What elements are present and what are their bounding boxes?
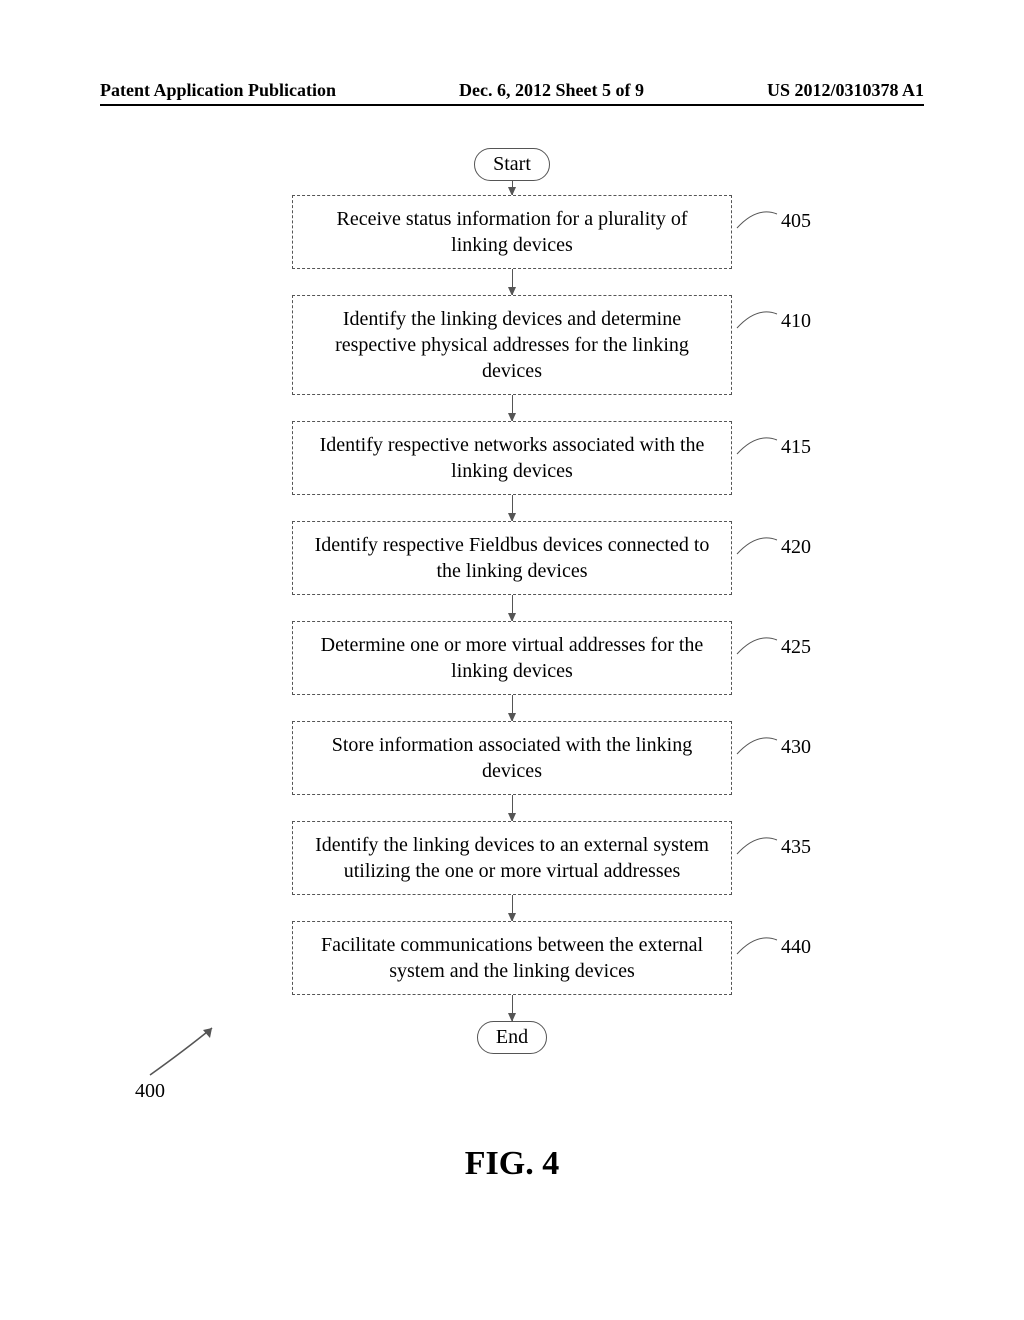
ref-number: 405	[781, 208, 811, 234]
reference-label: 415	[731, 434, 811, 460]
figure-reference-arrow-icon	[140, 1020, 230, 1080]
leader-line-icon	[737, 310, 777, 332]
flowchart: Start Receive status information for a p…	[0, 148, 1024, 1054]
flow-arrow	[512, 695, 513, 721]
leader-line-icon	[737, 836, 777, 858]
step-text: Receive status information for a plurali…	[336, 208, 687, 256]
reference-label: 430	[731, 734, 811, 760]
header-divider	[100, 104, 924, 106]
step-text: Identify respective Fieldbus devices con…	[315, 534, 710, 582]
terminator-end: End	[477, 1021, 547, 1054]
flow-arrow	[512, 795, 513, 821]
reference-label: 425	[731, 634, 811, 660]
flow-arrow	[512, 895, 513, 921]
flow-arrow	[512, 181, 513, 195]
process-step-430: Store information associated with the li…	[292, 721, 732, 795]
process-step-410: Identify the linking devices and determi…	[292, 295, 732, 395]
process-step-405: Receive status information for a plurali…	[292, 195, 732, 269]
step-text: Store information associated with the li…	[332, 734, 693, 782]
reference-label: 405	[731, 208, 811, 234]
terminator-start: Start	[474, 148, 550, 181]
reference-label: 435	[731, 834, 811, 860]
figure-overall-ref: 400	[135, 1080, 165, 1103]
leader-line-icon	[737, 210, 777, 232]
flow-arrow	[512, 995, 513, 1021]
ref-number: 430	[781, 734, 811, 760]
step-text: Facilitate communications between the ex…	[321, 934, 703, 982]
flow-arrow	[512, 395, 513, 421]
flow-arrow	[512, 495, 513, 521]
leader-line-icon	[737, 736, 777, 758]
header-center: Dec. 6, 2012 Sheet 5 of 9	[459, 80, 644, 101]
leader-line-icon	[737, 436, 777, 458]
ref-number: 440	[781, 934, 811, 960]
reference-label: 420	[731, 534, 811, 560]
step-text: Identify the linking devices to an exter…	[315, 834, 709, 882]
step-text: Identify the linking devices and determi…	[335, 308, 689, 382]
figure-caption: FIG. 4	[0, 1145, 1024, 1183]
reference-label: 410	[731, 308, 811, 334]
ref-number: 435	[781, 834, 811, 860]
ref-number: 410	[781, 308, 811, 334]
ref-number: 420	[781, 534, 811, 560]
process-step-415: Identify respective networks associated …	[292, 421, 732, 495]
process-step-425: Determine one or more virtual addresses …	[292, 621, 732, 695]
process-step-420: Identify respective Fieldbus devices con…	[292, 521, 732, 595]
leader-line-icon	[737, 536, 777, 558]
ref-number: 415	[781, 434, 811, 460]
header-right: US 2012/0310378 A1	[767, 80, 924, 101]
ref-number: 425	[781, 634, 811, 660]
step-text: Determine one or more virtual addresses …	[321, 634, 704, 682]
leader-line-icon	[737, 936, 777, 958]
leader-line-icon	[737, 636, 777, 658]
flow-arrow	[512, 595, 513, 621]
header-left: Patent Application Publication	[100, 80, 336, 101]
process-step-440: Facilitate communications between the ex…	[292, 921, 732, 995]
flow-arrow	[512, 269, 513, 295]
process-step-435: Identify the linking devices to an exter…	[292, 821, 732, 895]
reference-label: 440	[731, 934, 811, 960]
step-text: Identify respective networks associated …	[320, 434, 705, 482]
